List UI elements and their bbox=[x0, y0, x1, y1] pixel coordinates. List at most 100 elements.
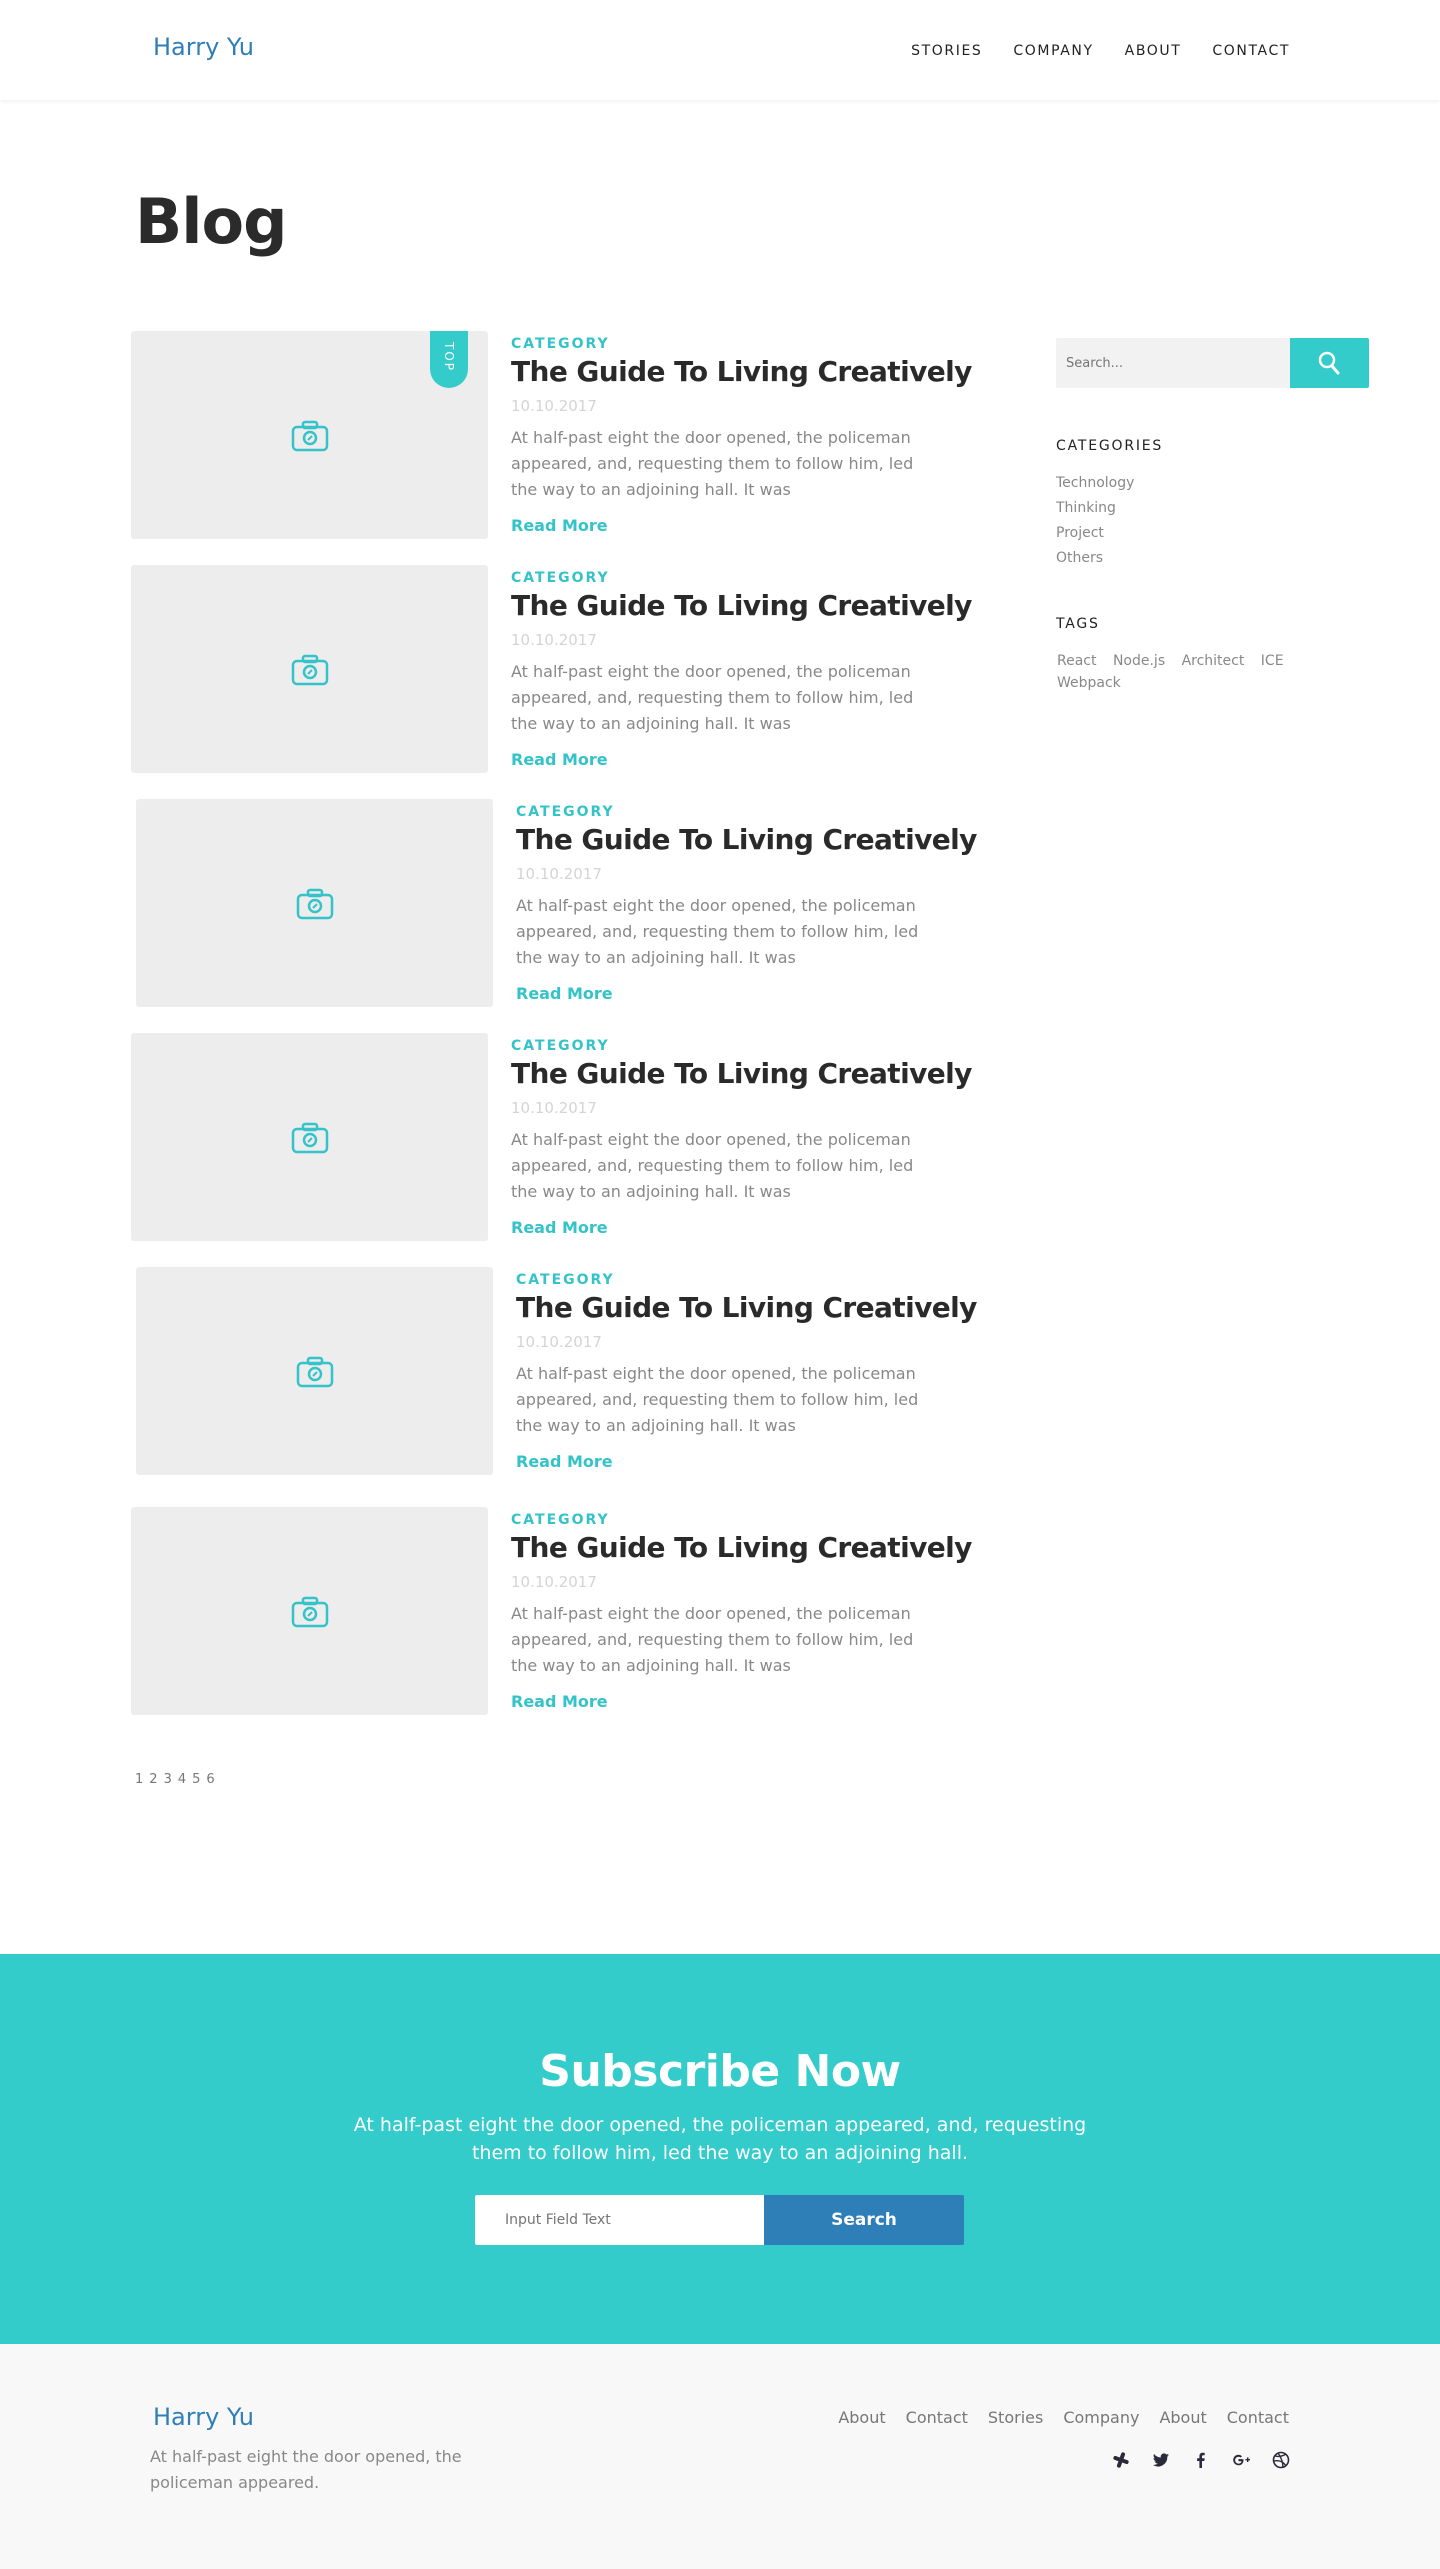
page-link-1[interactable]: 1 bbox=[135, 1772, 143, 1787]
social-links bbox=[1112, 2451, 1290, 2469]
tag-list: React Node.js Architect ICE Webpack bbox=[1057, 650, 1297, 694]
camera-icon bbox=[291, 420, 329, 452]
post-thumbnail[interactable] bbox=[131, 1507, 488, 1715]
camera-icon bbox=[296, 888, 334, 920]
tag-architect[interactable]: Architect bbox=[1182, 650, 1245, 672]
post-date: 10.10.2017 bbox=[511, 1099, 597, 1117]
footer-link-about-2[interactable]: About bbox=[1159, 2408, 1206, 2427]
camera-icon bbox=[296, 1356, 334, 1388]
post-category[interactable]: CATEGORY bbox=[516, 1272, 615, 1288]
post-card: CATEGORY The Guide To Living Creatively … bbox=[131, 1033, 972, 1243]
nav-company[interactable]: COMPANY bbox=[1013, 43, 1093, 59]
post-category[interactable]: CATEGORY bbox=[516, 804, 615, 820]
site-logo[interactable]: Harry Yu bbox=[153, 33, 254, 61]
post-category[interactable]: CATEGORY bbox=[511, 570, 610, 586]
page-link-5[interactable]: 5 bbox=[192, 1772, 200, 1787]
footer-link-contact-2[interactable]: Contact bbox=[1227, 2408, 1289, 2427]
tag-react[interactable]: React bbox=[1057, 650, 1096, 672]
post-title[interactable]: The Guide To Living Creatively bbox=[511, 589, 972, 622]
post-card: CATEGORY The Guide To Living Creatively … bbox=[136, 799, 977, 1009]
tag-nodejs[interactable]: Node.js bbox=[1113, 650, 1165, 672]
dribbble-icon[interactable] bbox=[1272, 2451, 1290, 2469]
post-excerpt: At half-past eight the door opened, the … bbox=[511, 662, 914, 733]
nav-about[interactable]: ABOUT bbox=[1125, 43, 1182, 59]
post-thumbnail[interactable] bbox=[136, 799, 493, 1007]
pagination: 1 2 3 4 5 6 bbox=[135, 1772, 215, 1787]
search-button[interactable] bbox=[1290, 338, 1369, 388]
post-date: 10.10.2017 bbox=[511, 1573, 597, 1591]
post-excerpt: At half-past eight the door opened, the … bbox=[511, 428, 914, 499]
tag-webpack[interactable]: Webpack bbox=[1057, 672, 1121, 694]
post-thumbnail[interactable] bbox=[136, 1267, 493, 1475]
main-nav: STORIES COMPANY ABOUT CONTACT bbox=[911, 43, 1290, 59]
post-thumbnail[interactable] bbox=[131, 1033, 488, 1241]
slack-icon[interactable] bbox=[1112, 2451, 1130, 2469]
subscribe-button[interactable]: Search bbox=[764, 2195, 964, 2245]
page-link-2[interactable]: 2 bbox=[149, 1772, 157, 1787]
category-link-others[interactable]: Others bbox=[1056, 546, 1134, 571]
post-card: CATEGORY The Guide To Living Creatively … bbox=[131, 1507, 972, 1717]
search-icon bbox=[1318, 351, 1340, 375]
categories-heading: CATEGORIES bbox=[1056, 438, 1164, 454]
subscribe-title: Subscribe Now bbox=[539, 2046, 901, 2097]
post-title[interactable]: The Guide To Living Creatively bbox=[511, 355, 972, 388]
post-card: TOP CATEGORY The Guide To Living Creativ… bbox=[131, 331, 972, 541]
post-excerpt: At half-past eight the door opened, the … bbox=[516, 896, 919, 967]
read-more-link[interactable]: Read More bbox=[511, 1692, 608, 1711]
post-category[interactable]: CATEGORY bbox=[511, 336, 610, 352]
post-date: 10.10.2017 bbox=[511, 631, 597, 649]
twitter-icon[interactable] bbox=[1152, 2451, 1170, 2469]
site-footer: Harry Yu At half-past eight the door ope… bbox=[0, 2344, 1440, 2569]
facebook-icon[interactable] bbox=[1192, 2451, 1210, 2469]
page-title: Blog bbox=[135, 185, 287, 258]
nav-contact[interactable]: CONTACT bbox=[1212, 43, 1290, 59]
post-card: CATEGORY The Guide To Living Creatively … bbox=[136, 1267, 977, 1477]
category-link-thinking[interactable]: Thinking bbox=[1056, 496, 1134, 521]
read-more-link[interactable]: Read More bbox=[516, 1452, 613, 1471]
category-link-technology[interactable]: Technology bbox=[1056, 471, 1134, 496]
read-more-link[interactable]: Read More bbox=[511, 516, 608, 535]
category-list: Technology Thinking Project Others bbox=[1056, 471, 1134, 571]
footer-link-company[interactable]: Company bbox=[1063, 2408, 1139, 2427]
tag-ice[interactable]: ICE bbox=[1261, 650, 1284, 672]
subscribe-text: At half-past eight the door opened, the … bbox=[353, 2114, 1087, 2164]
footer-link-about[interactable]: About bbox=[838, 2408, 885, 2427]
footer-link-stories[interactable]: Stories bbox=[988, 2408, 1043, 2427]
post-title[interactable]: The Guide To Living Creatively bbox=[511, 1531, 972, 1564]
post-category[interactable]: CATEGORY bbox=[511, 1038, 610, 1054]
read-more-link[interactable]: Read More bbox=[511, 1218, 608, 1237]
post-title[interactable]: The Guide To Living Creatively bbox=[511, 1057, 972, 1090]
post-date: 10.10.2017 bbox=[516, 1333, 602, 1351]
post-category[interactable]: CATEGORY bbox=[511, 1512, 610, 1528]
subscribe-section: Subscribe Now At half-past eight the doo… bbox=[0, 1954, 1440, 2344]
post-thumbnail[interactable] bbox=[131, 565, 488, 773]
read-more-link[interactable]: Read More bbox=[516, 984, 613, 1003]
camera-icon bbox=[291, 1596, 329, 1628]
page-link-3[interactable]: 3 bbox=[164, 1772, 172, 1787]
post-excerpt: At half-past eight the door opened, the … bbox=[511, 1130, 914, 1201]
page-link-6[interactable]: 6 bbox=[206, 1772, 214, 1787]
camera-icon bbox=[291, 654, 329, 686]
footer-logo[interactable]: Harry Yu bbox=[153, 2403, 254, 2431]
post-thumbnail[interactable]: TOP bbox=[131, 331, 488, 539]
nav-stories[interactable]: STORIES bbox=[911, 43, 982, 59]
top-badge-label: TOP bbox=[442, 341, 456, 373]
footer-link-contact[interactable]: Contact bbox=[906, 2408, 968, 2427]
post-date: 10.10.2017 bbox=[516, 865, 602, 883]
post-title[interactable]: The Guide To Living Creatively bbox=[516, 1291, 977, 1324]
top-badge: TOP bbox=[430, 331, 468, 388]
post-title[interactable]: The Guide To Living Creatively bbox=[516, 823, 977, 856]
page-link-4[interactable]: 4 bbox=[178, 1772, 186, 1787]
site-header: Harry Yu STORIES COMPANY ABOUT CONTACT bbox=[0, 0, 1440, 100]
category-link-project[interactable]: Project bbox=[1056, 521, 1134, 546]
camera-icon bbox=[291, 1122, 329, 1154]
post-excerpt: At half-past eight the door opened, the … bbox=[516, 1364, 919, 1435]
read-more-link[interactable]: Read More bbox=[511, 750, 608, 769]
footer-nav: About Contact Stories Company About Cont… bbox=[838, 2408, 1289, 2427]
post-card: CATEGORY The Guide To Living Creatively … bbox=[131, 565, 972, 775]
subscribe-input[interactable] bbox=[475, 2195, 765, 2245]
sidebar-search bbox=[1056, 338, 1369, 388]
google-plus-icon[interactable] bbox=[1232, 2451, 1250, 2469]
search-input[interactable] bbox=[1056, 338, 1291, 388]
tags-heading: TAGS bbox=[1056, 616, 1100, 632]
